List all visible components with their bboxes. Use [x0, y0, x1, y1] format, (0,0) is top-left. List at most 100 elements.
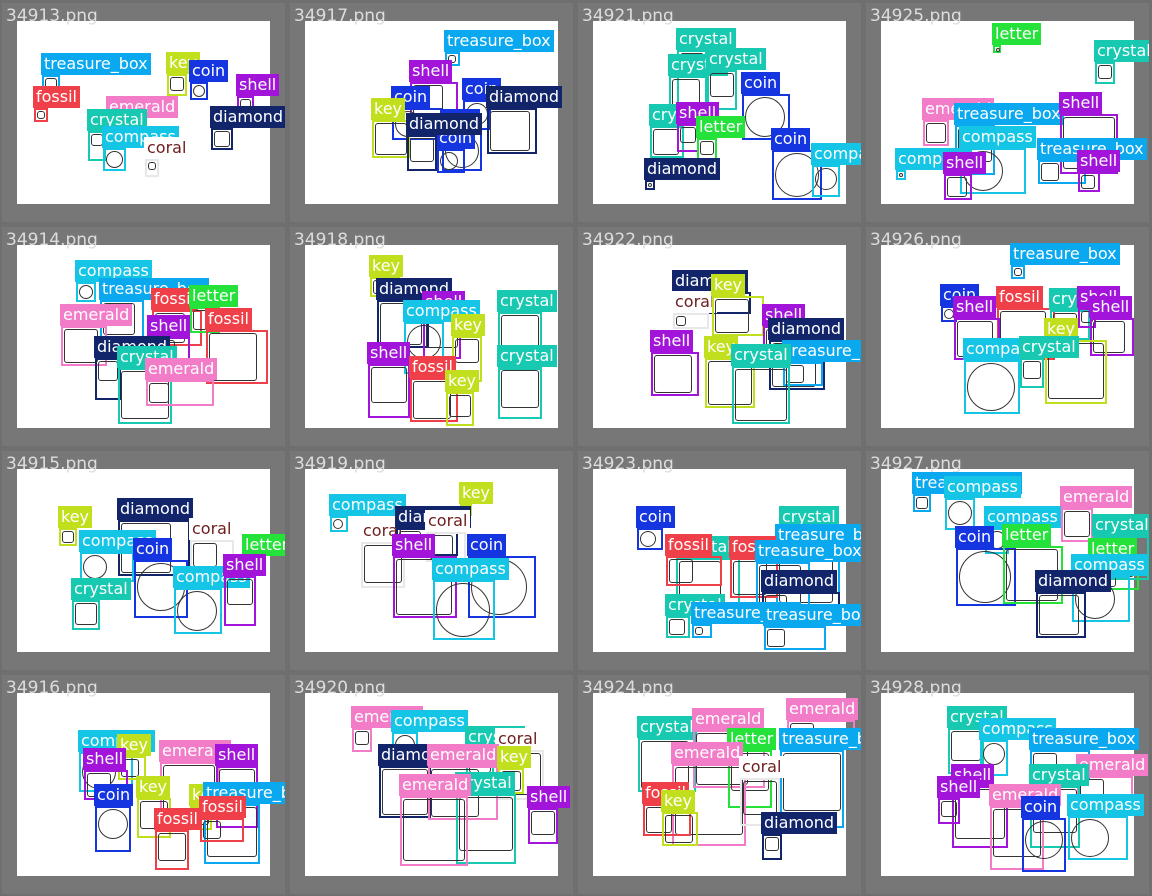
- bbox-label: key: [136, 776, 171, 798]
- compass-icon: [83, 555, 107, 579]
- bbox-label: shell: [147, 315, 191, 337]
- bbox-label: treasure_box: [782, 340, 861, 362]
- bbox-label: coral: [739, 756, 785, 778]
- bbox-label: shell: [367, 342, 411, 364]
- fossil-icon: [669, 559, 693, 583]
- image-tile: 34913.png treasure_box key coin fossil emeral…: [2, 3, 285, 222]
- file-name: 34922.png: [582, 230, 674, 250]
- shell-icon: [654, 355, 692, 393]
- bbox-label: key: [58, 506, 93, 528]
- image-tile: 34915.png key diamond coral letter compass coi…: [2, 451, 285, 670]
- image-tile: 34916.pngcompasskeyemeraldshellshellcoin…: [2, 675, 285, 894]
- bbox-label: emerald: [1060, 486, 1133, 508]
- image-tile: 34914.pngcompasstreasure_boxfossilletter…: [2, 227, 285, 446]
- bbox-label: shell: [223, 554, 267, 576]
- emerald-icon: [926, 123, 946, 143]
- bbox-label: compass: [944, 476, 1021, 498]
- coin-icon: [1025, 821, 1063, 859]
- bbox-label: coin: [636, 506, 676, 528]
- bbox-label: emerald: [145, 358, 218, 380]
- bbox-label: shell: [409, 60, 453, 82]
- diamond-icon: [648, 183, 652, 187]
- bbox-label: letter: [992, 23, 1042, 45]
- bbox-label: diamond: [210, 106, 285, 128]
- bbox-label: key: [371, 98, 406, 120]
- file-name: 34924.png: [582, 678, 674, 698]
- shell-icon: [227, 579, 253, 605]
- bbox-label: fossil: [33, 86, 80, 108]
- image-tile: 34919.pngcompasskeycoraldiamondcoralshel…: [290, 451, 573, 670]
- bbox-label: crystal: [731, 344, 791, 366]
- bbox-label: letter: [696, 116, 746, 138]
- bbox-label: fossil: [205, 308, 252, 330]
- bbox-label: compass: [811, 143, 861, 165]
- file-name: 34915.png: [6, 454, 98, 474]
- compass-icon: [333, 519, 343, 529]
- bbox-label: key: [369, 255, 404, 277]
- file-name: 34918.png: [294, 230, 386, 250]
- image-tile: 34928.png crystal compass treasure_box emera…: [866, 675, 1149, 894]
- bbox-label: crystal: [71, 578, 131, 600]
- diamond-icon: [765, 837, 779, 851]
- diamond-icon: [490, 111, 530, 151]
- image-tile: 34927.pngtreasure_boxcompassemeraldcompa…: [866, 451, 1149, 670]
- bbox-label: treasure_box: [755, 540, 861, 562]
- bbox-label: compass: [391, 710, 468, 732]
- crystal-icon: [1098, 65, 1112, 79]
- bbox-label: coin: [741, 72, 781, 94]
- bbox-label: key: [661, 790, 696, 812]
- letter-icon: [996, 48, 1000, 52]
- bbox-label: diamond: [761, 812, 838, 834]
- bbox-label: emerald: [399, 774, 472, 796]
- file-name: 34928.png: [870, 678, 962, 698]
- image-tile: 34921.pngcrystalcrystalcrystalcoincrysta…: [578, 3, 861, 222]
- treasure-box-icon: [1041, 163, 1059, 181]
- shell-icon: [941, 801, 957, 817]
- shell-icon: [680, 127, 696, 143]
- crystal-icon: [710, 73, 734, 97]
- bbox-label: crystal: [637, 716, 697, 738]
- diamond-icon: [214, 131, 230, 147]
- file-name: 34914.png: [6, 230, 98, 250]
- bbox-label: shell: [392, 534, 436, 556]
- bbox-label: letter: [1002, 524, 1052, 546]
- image-grid: 34913.png treasure_box key coin fossil emeral…: [0, 0, 1152, 896]
- coin-icon: [193, 85, 205, 97]
- shell-icon: [531, 811, 555, 835]
- bbox-label: key: [445, 370, 480, 392]
- bbox-label: letter: [189, 285, 239, 307]
- bbox-label: key: [711, 274, 746, 296]
- key-icon: [665, 815, 693, 843]
- bbox-label: coral: [425, 510, 471, 532]
- diamond-icon: [1039, 595, 1079, 635]
- fossil-icon: [158, 833, 186, 861]
- image-tile: 34923.pngcoincrystaltreasure_boxcrystalf…: [578, 451, 861, 670]
- bbox-label: coin: [94, 784, 134, 806]
- key-icon: [170, 77, 184, 91]
- bbox-label: fossil: [996, 286, 1043, 308]
- file-name: 34913.png: [6, 6, 98, 26]
- bbox-label: shell: [236, 74, 280, 96]
- key-icon: [449, 395, 471, 417]
- coral-icon: [676, 316, 686, 326]
- emerald-icon: [1064, 511, 1090, 537]
- compass-icon: [899, 173, 903, 177]
- bbox-label: shell: [937, 776, 981, 798]
- crystal-icon: [501, 370, 539, 408]
- bbox-label: shell: [1089, 296, 1133, 318]
- bbox-label: shell: [527, 786, 571, 808]
- bbox-label: treasure_box: [1029, 728, 1139, 750]
- bbox-label: coin: [955, 526, 995, 548]
- image-tile: 34918.pngkeydiamondshellcompasscrystalke…: [290, 227, 573, 446]
- bbox-label: compass: [432, 558, 509, 580]
- file-name: 34919.png: [294, 454, 386, 474]
- bbox-label: shell: [215, 744, 259, 766]
- emerald-icon: [355, 731, 369, 745]
- bbox-label: diamond: [117, 498, 194, 520]
- bbox-label: coral: [189, 518, 235, 540]
- bbox-label: emerald: [427, 744, 500, 766]
- bbox-label: shell: [943, 152, 987, 174]
- compass-icon: [106, 151, 123, 168]
- image-tile: 34925.pnglettercrystalemeraldtreasure_bo…: [866, 3, 1149, 222]
- bbox-label: treasure_box: [444, 30, 554, 52]
